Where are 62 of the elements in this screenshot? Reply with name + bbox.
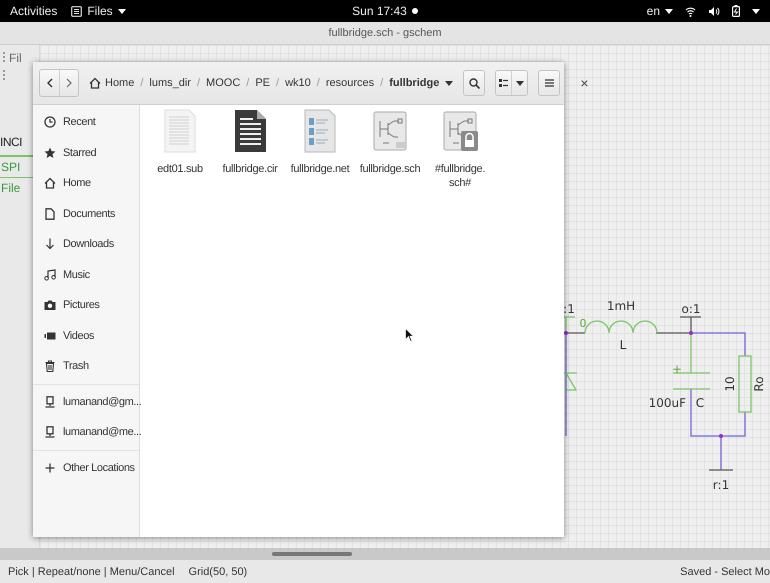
grid-size: Grid(50, 50): [188, 566, 248, 578]
polarity-mark: +: [672, 362, 682, 376]
sidebar-label: Starred: [63, 146, 96, 159]
breadcrumb[interactable]: MOOC: [206, 77, 240, 89]
inductor-label: L: [620, 338, 626, 352]
files-app-menu[interactable]: Files: [71, 4, 126, 18]
sidebar-label: Music: [63, 268, 90, 281]
close-button[interactable]: ×: [570, 75, 596, 91]
sidebar-label: Trash: [63, 360, 89, 372]
resistor-label: Ro: [752, 376, 766, 392]
language-menu[interactable]: en: [646, 4, 673, 18]
sidebar-label: Documents: [63, 208, 116, 220]
sidebar-label: Home: [63, 177, 91, 190]
sidebar-item[interactable]: Videos: [33, 320, 139, 351]
breadcrumb[interactable]: wk10: [285, 77, 311, 89]
breadcrumb[interactable]: Home: [89, 77, 134, 89]
pin-label: o:1: [681, 302, 701, 316]
pin-label: r:1: [712, 478, 730, 492]
sidebar-item[interactable]: Music: [33, 260, 139, 290]
path-separator: /: [316, 77, 320, 89]
file-name[interactable]: fullbridge.cir: [222, 162, 278, 176]
menu-item[interactable]: Fil: [9, 51, 22, 65]
net-label: 0: [580, 317, 586, 330]
breadcrumb[interactable]: resources: [326, 77, 374, 89]
sidebar-item[interactable]: lumanand@gm...: [33, 386, 139, 417]
sidebar-label: Downloads: [63, 238, 114, 250]
sidebar-label: Videos: [63, 330, 94, 342]
capacitor-label: C: [696, 396, 704, 410]
current-folder-button[interactable]: fullbridge: [389, 77, 454, 89]
inductor-value: 1mH: [606, 299, 636, 313]
path-separator: /: [380, 77, 384, 89]
pin-label: :1: [564, 302, 575, 316]
sidebar-item[interactable]: Documents: [33, 198, 139, 229]
window-title: fullbridge.sch - gschem: [328, 27, 442, 39]
capacitor-value: 100uF: [648, 396, 686, 410]
sidebar-item[interactable]: Trash: [33, 351, 139, 382]
path-separator: /: [196, 77, 200, 89]
file-name[interactable]: edt01.sub: [157, 162, 203, 176]
sidebar-item[interactable]: Recent: [33, 107, 139, 138]
breadcrumb[interactable]: PE: [255, 77, 270, 89]
sidebar-item[interactable]: lumanand@me...: [33, 417, 139, 448]
sidebar-label: lumanand@me...: [63, 426, 142, 438]
file-name[interactable]: #fullbridge. sch#: [434, 162, 486, 190]
path-separator: /: [140, 77, 144, 89]
resistor-value: 10: [723, 376, 737, 392]
path-separator: /: [276, 77, 280, 89]
breadcrumb[interactable]: lums_dir: [149, 77, 191, 89]
sidebar-item[interactable]: Downloads: [33, 229, 139, 260]
section-heading: INCI: [0, 134, 23, 151]
status-message: Saved - Select Mo: [680, 566, 770, 578]
sidebar-label: Recent: [63, 116, 96, 128]
status-hints: Pick | Repeat/none | Menu/Cancel: [8, 566, 175, 578]
sidebar-label: Other Locations: [63, 462, 135, 474]
clock[interactable]: Sun 17:43: [352, 4, 407, 18]
file-name[interactable]: fullbridge.sch: [360, 162, 420, 176]
sidebar-label: Pictures: [63, 299, 100, 312]
sidebar-item[interactable]: Pictures: [33, 290, 139, 320]
file-name[interactable]: fullbridge.net: [290, 162, 350, 176]
sidebar-item[interactable]: Other Locations: [33, 452, 139, 483]
path-separator: /: [246, 77, 250, 89]
activities-button[interactable]: Activities: [10, 4, 58, 18]
sidebar-label: lumanand@gm...: [63, 396, 142, 408]
